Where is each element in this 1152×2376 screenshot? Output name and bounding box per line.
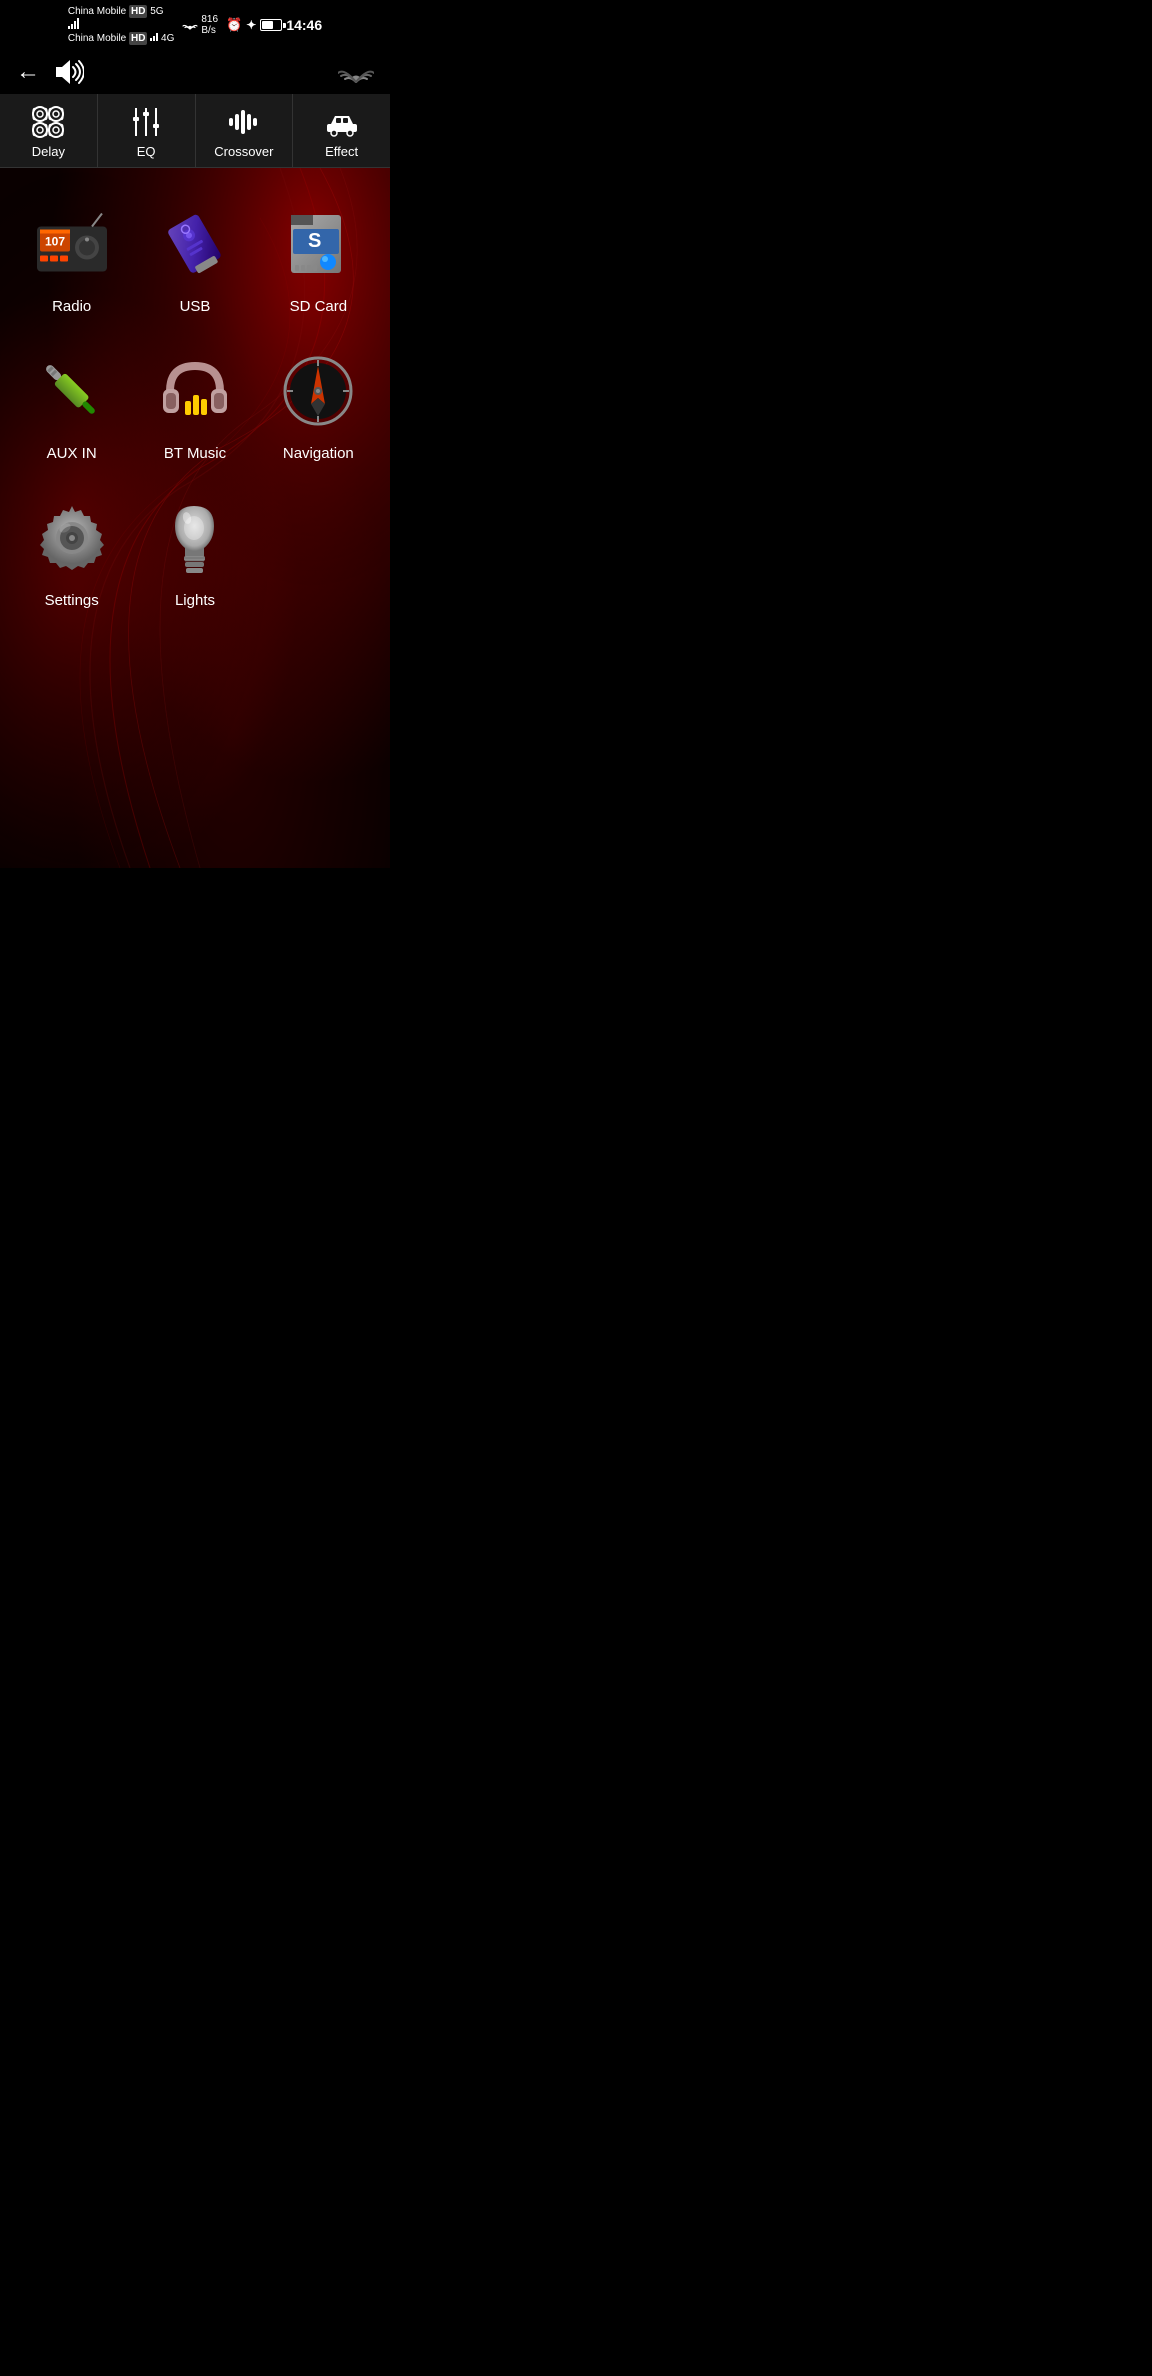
app-auxin-label: AUX IN (47, 445, 97, 462)
status-right: ⏰ ✦ 14:46 (226, 17, 322, 33)
app-lights[interactable]: Lights (133, 482, 256, 629)
alarm-icon: ⏰ (226, 17, 242, 33)
app-btmusic-label: BT Music (164, 445, 226, 462)
svg-text:107: 107 (45, 235, 65, 249)
battery-fill (262, 21, 273, 29)
svg-text:S: S (308, 230, 321, 252)
app-btmusic[interactable]: BT Music (133, 335, 256, 482)
tab-crossover-label: Crossover (214, 144, 273, 159)
carrier1-label: China Mobile HD 5G (68, 6, 164, 29)
effect-icon (324, 104, 360, 140)
app-navigation-label: Navigation (283, 445, 354, 462)
carrier2-label: China Mobile HD 4G (68, 29, 175, 44)
usb-icon (155, 204, 235, 284)
main-content: 107 Radio (0, 168, 390, 868)
back-button[interactable]: ← (16, 58, 40, 86)
time-display: 14:46 (286, 17, 322, 33)
tab-bar: Delay EQ Crossover (0, 94, 390, 168)
app-sdcard[interactable]: S SD Card (257, 188, 380, 335)
app-settings[interactable]: Settings (10, 482, 133, 629)
status-bar: China Mobile HD 5G China Mobile HD 4G (0, 0, 390, 50)
wifi-icon (182, 19, 198, 31)
app-auxin[interactable]: AUX IN (10, 335, 133, 482)
top-nav: ← (0, 50, 390, 94)
app-radio-label: Radio (52, 298, 91, 315)
radio-icon: 107 (32, 204, 112, 284)
crossover-icon (226, 104, 262, 140)
app-usb-label: USB (180, 298, 211, 315)
tab-crossover[interactable]: Crossover (196, 94, 294, 167)
app-lights-label: Lights (175, 592, 215, 609)
navigation-icon (278, 351, 358, 431)
eq-icon (128, 104, 164, 140)
battery-icon (260, 19, 282, 31)
app-navigation[interactable]: Navigation (257, 335, 380, 482)
top-nav-left: ← (16, 58, 84, 86)
tab-eq[interactable]: EQ (98, 94, 196, 167)
app-grid: 107 Radio (0, 168, 390, 649)
app-usb[interactable]: USB (133, 188, 256, 335)
wifi-top-icon (338, 58, 374, 86)
app-sdcard-label: SD Card (290, 298, 348, 315)
tab-delay-label: Delay (32, 144, 65, 159)
volume-icon[interactable] (52, 58, 84, 86)
auxin-icon (32, 351, 112, 431)
tab-eq-label: EQ (137, 144, 156, 159)
tab-effect-label: Effect (325, 144, 358, 159)
app-radio[interactable]: 107 Radio (10, 188, 133, 335)
tab-delay[interactable]: Delay (0, 94, 98, 167)
network-speed: 816B/s (201, 14, 218, 36)
carrier-info: China Mobile HD 5G China Mobile HD 4G (68, 6, 175, 44)
tab-effect[interactable]: Effect (293, 94, 390, 167)
bluetooth-icon: ✦ (246, 18, 256, 32)
lights-icon (155, 498, 235, 578)
settings-icon (32, 498, 112, 578)
status-icons: 816B/s (182, 14, 218, 36)
app-settings-label: Settings (45, 592, 99, 609)
btmusic-icon (155, 351, 235, 431)
delay-icon (30, 104, 66, 140)
sdcard-icon: S (278, 204, 358, 284)
